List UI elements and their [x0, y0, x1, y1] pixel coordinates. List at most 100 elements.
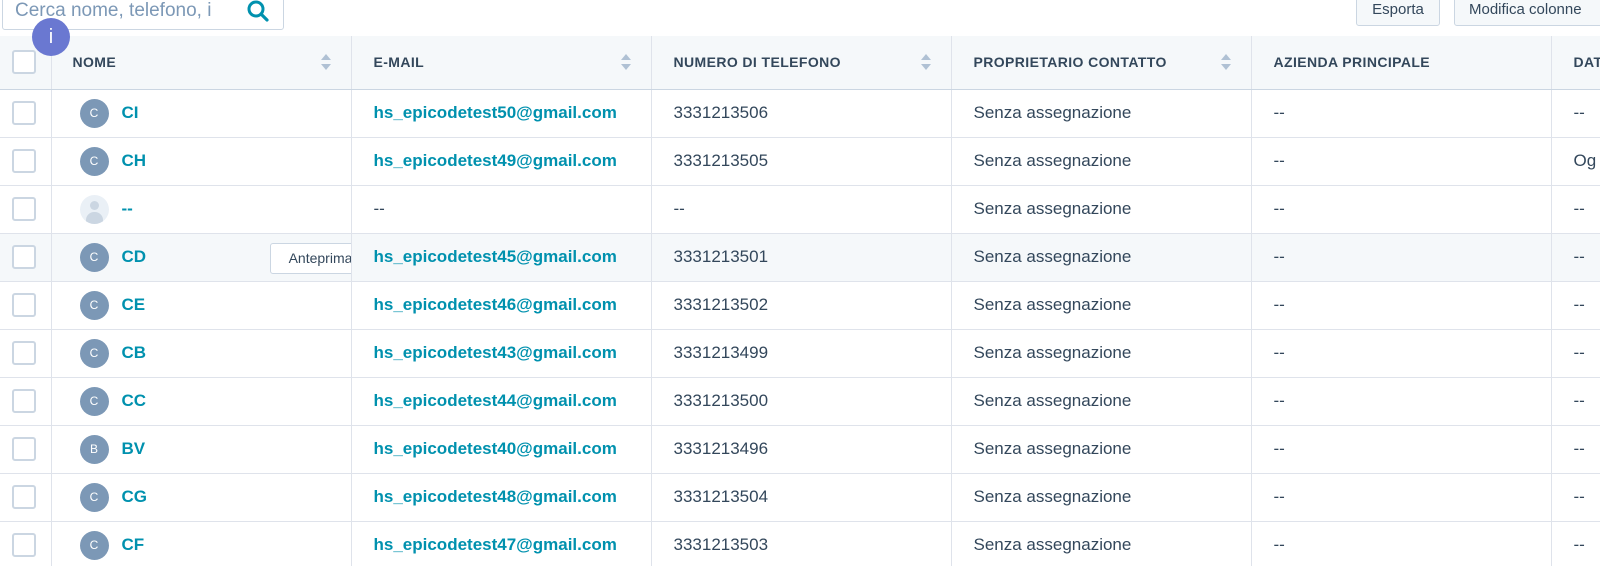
owner-cell: Senza assegnazione	[951, 377, 1252, 426]
avatar: C	[79, 146, 109, 176]
phone-cell: 3331213504	[651, 473, 952, 522]
company-cell: --	[1251, 281, 1552, 330]
contact-name-link[interactable]: CG	[122, 487, 148, 507]
date-cell: --	[1551, 521, 1600, 566]
phone-cell: 3331213500	[651, 377, 952, 426]
contact-name-link[interactable]: CC	[122, 391, 147, 411]
export-button[interactable]: Esporta	[1356, 0, 1440, 26]
email-link[interactable]: hs_epicodetest50@gmail.com	[374, 103, 620, 123]
phone-cell: 3331213505	[651, 137, 952, 186]
company-cell: --	[1251, 521, 1552, 566]
column-header-phone[interactable]: NUMERO DI TELEFONO	[651, 36, 952, 90]
info-badge[interactable]: i	[32, 18, 70, 56]
date-cell: --	[1551, 89, 1600, 138]
row-checkbox[interactable]	[12, 149, 36, 173]
company-cell: --	[1251, 377, 1552, 426]
company-cell: --	[1251, 473, 1552, 522]
row-checkbox[interactable]	[12, 389, 36, 413]
table-row[interactable]: C CH hs_epicodetest49@gmail.com 333121350…	[0, 137, 1600, 186]
row-checkbox[interactable]	[12, 245, 36, 269]
column-header-date[interactable]: DAT	[1551, 36, 1600, 90]
avatar: C	[79, 482, 109, 512]
phone-cell: 3331213502	[651, 281, 952, 330]
select-all-checkbox[interactable]	[12, 50, 36, 75]
owner-cell: Senza assegnazione	[951, 185, 1252, 234]
sort-icon[interactable]	[320, 53, 331, 71]
avatar: B	[79, 434, 109, 464]
email-link[interactable]: hs_epicodetest40@gmail.com	[374, 439, 620, 459]
phone-cell: 3331213496	[651, 425, 952, 474]
table-row[interactable]: C CE hs_epicodetest46@gmail.com 333121350…	[0, 281, 1600, 330]
avatar: C	[79, 530, 109, 560]
row-checkbox[interactable]	[12, 341, 36, 365]
table-row[interactable]: C CC hs_epicodetest44@gmail.com 333121350…	[0, 377, 1600, 426]
phone-cell: 3331213503	[651, 521, 952, 566]
contact-name-link[interactable]: CE	[122, 295, 146, 315]
row-checkbox[interactable]	[12, 437, 36, 461]
edit-columns-button[interactable]: Modifica colonne	[1454, 0, 1600, 26]
column-header-company-label: AZIENDA PRINCIPALE	[1273, 54, 1431, 71]
date-cell: --	[1551, 473, 1600, 522]
column-header-owner-label: PROPRIETARIO CONTATTO	[973, 54, 1167, 71]
table-row[interactable]: C CI hs_epicodetest50@gmail.com 333121350…	[0, 89, 1600, 138]
table-header-row: NOME E-MAIL NUMERO DI TELEFONO PROPRIETA…	[0, 36, 1600, 90]
sort-icon[interactable]	[1220, 53, 1231, 71]
owner-cell: Senza assegnazione	[951, 473, 1252, 522]
email-link[interactable]: hs_epicodetest47@gmail.com	[374, 535, 620, 555]
search-icon[interactable]	[245, 0, 271, 24]
owner-cell: Senza assegnazione	[951, 281, 1252, 330]
contact-name-link[interactable]: BV	[122, 439, 146, 459]
avatar: C	[79, 242, 109, 272]
toolbar: Esporta Modifica colonne	[0, 0, 1600, 36]
company-cell: --	[1251, 89, 1552, 138]
company-cell: --	[1251, 329, 1552, 378]
row-checkbox[interactable]	[12, 293, 36, 317]
owner-cell: Senza assegnazione	[951, 521, 1252, 566]
email-cell: --	[351, 185, 652, 234]
contact-name-link[interactable]: CB	[122, 343, 147, 363]
column-header-name-label: NOME	[72, 54, 117, 71]
email-link[interactable]: hs_epicodetest49@gmail.com	[374, 151, 620, 171]
table-row[interactable]: C CG hs_epicodetest48@gmail.com 333121350…	[0, 473, 1600, 522]
owner-cell: Senza assegnazione	[951, 233, 1252, 282]
column-header-name[interactable]: NOME	[51, 36, 352, 90]
preview-button[interactable]: Anteprima	[269, 242, 350, 274]
date-cell: --	[1551, 425, 1600, 474]
email-link[interactable]: hs_epicodetest45@gmail.com	[374, 247, 620, 267]
email-link[interactable]: hs_epicodetest43@gmail.com	[374, 343, 620, 363]
company-cell: --	[1251, 185, 1552, 234]
column-header-email-label: E-MAIL	[373, 54, 425, 71]
column-header-owner[interactable]: PROPRIETARIO CONTATTO	[951, 36, 1252, 90]
contact-name-link[interactable]: CH	[122, 151, 147, 171]
date-cell: --	[1551, 377, 1600, 426]
column-header-email[interactable]: E-MAIL	[351, 36, 652, 90]
email-link[interactable]: hs_epicodetest44@gmail.com	[374, 391, 620, 411]
table-row[interactable]: C CB hs_epicodetest43@gmail.com 333121349…	[0, 329, 1600, 378]
phone-cell: 3331213499	[651, 329, 952, 378]
table-row[interactable]: -- -- -- Senza assegnazione -- --	[0, 185, 1600, 234]
email-link[interactable]: hs_epicodetest48@gmail.com	[374, 487, 620, 507]
contact-name-link[interactable]: CF	[122, 535, 145, 555]
avatar: C	[79, 98, 109, 128]
company-cell: --	[1251, 137, 1552, 186]
table-row[interactable]: C CF hs_epicodetest47@gmail.com 333121350…	[0, 521, 1600, 566]
owner-cell: Senza assegnazione	[951, 89, 1252, 138]
contact-name-link[interactable]: CD	[122, 247, 147, 267]
row-checkbox[interactable]	[12, 197, 36, 221]
row-checkbox[interactable]	[12, 485, 36, 509]
sort-icon[interactable]	[620, 53, 631, 71]
row-checkbox[interactable]	[12, 533, 36, 557]
column-header-company[interactable]: AZIENDA PRINCIPALE	[1251, 36, 1552, 90]
contact-name-link[interactable]: CI	[122, 103, 139, 123]
date-cell: Og	[1551, 137, 1600, 186]
table-row[interactable]: B BV hs_epicodetest40@gmail.com 333121349…	[0, 425, 1600, 474]
owner-cell: Senza assegnazione	[951, 329, 1252, 378]
row-checkbox[interactable]	[12, 101, 36, 125]
owner-cell: Senza assegnazione	[951, 137, 1252, 186]
contact-name-link[interactable]: --	[122, 199, 133, 219]
email-link[interactable]: hs_epicodetest46@gmail.com	[374, 295, 620, 315]
table-row[interactable]: C CD Anteprima hs_epicodetest45@gmail.com…	[0, 233, 1600, 282]
sort-icon[interactable]	[920, 53, 931, 71]
phone-cell: 3331213506	[651, 89, 952, 138]
avatar: C	[79, 290, 109, 320]
